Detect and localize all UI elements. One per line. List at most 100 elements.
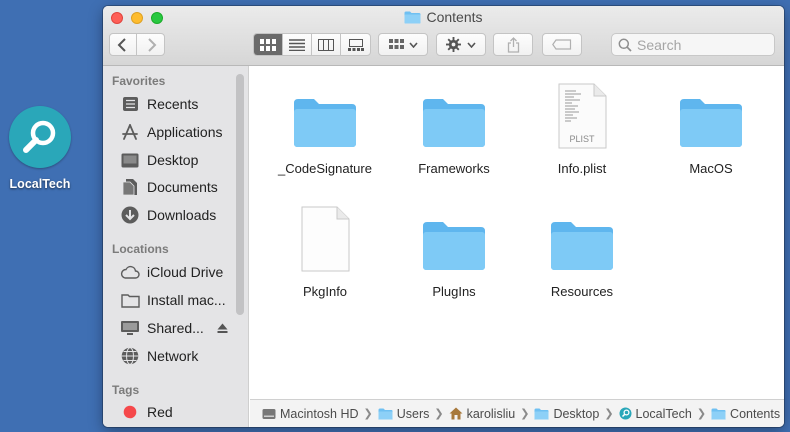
- chevron-down-icon: [467, 41, 476, 48]
- sidebar-heading-favorites: Favorites: [112, 74, 166, 88]
- window-title-wrap: Contents: [103, 9, 784, 25]
- path-label: karolisliu: [466, 406, 516, 421]
- icon-view-button[interactable]: [254, 34, 283, 55]
- chevron-down-icon: [408, 41, 418, 48]
- sidebar-item-label: Shared...: [147, 320, 204, 336]
- path-separator: ❯: [434, 408, 444, 420]
- sidebar-item-documents[interactable]: Documents: [120, 176, 218, 198]
- desktop-app-label: LocalTech: [9, 177, 71, 191]
- sidebar-item-label: Install mac...: [147, 292, 226, 308]
- columns-icon: [318, 38, 334, 51]
- path-label: LocalTech: [635, 406, 692, 421]
- tag-icon: [552, 39, 572, 50]
- file-browser: _CodeSignature Frameworks PLIST Info.pli…: [250, 67, 784, 398]
- list-view-button[interactable]: [283, 34, 312, 55]
- path-item-users[interactable]: Users: [378, 406, 430, 421]
- sidebar-item-label: Red: [147, 404, 173, 420]
- magnifier-icon: [9, 106, 71, 168]
- file-name: Resources: [550, 284, 614, 299]
- folder-icon: [551, 222, 613, 270]
- search-input[interactable]: [637, 36, 767, 53]
- chevron-left-icon: [117, 37, 126, 52]
- path-separator: ❯: [363, 408, 373, 420]
- share-button[interactable]: [493, 33, 533, 56]
- file-item-frameworks[interactable]: Frameworks: [390, 77, 518, 176]
- view-switcher: [253, 33, 371, 56]
- document-icon: [120, 177, 140, 197]
- cloud-icon: [120, 262, 140, 282]
- file-name: PlugIns: [432, 284, 476, 299]
- file-name: MacOS: [689, 161, 733, 176]
- path-separator: ❯: [520, 408, 530, 420]
- sidebar-item-install-mac[interactable]: Install mac...: [120, 289, 226, 311]
- sidebar-item-label: Applications: [147, 124, 223, 140]
- file-item-plugins[interactable]: PlugIns: [390, 200, 518, 299]
- path-item-desktop[interactable]: Desktop: [534, 407, 599, 421]
- search-icon: [618, 38, 632, 52]
- file-item-resources[interactable]: Resources: [518, 200, 646, 299]
- forward-button[interactable]: [137, 34, 166, 55]
- path-label: Macintosh HD: [280, 406, 359, 421]
- file-item-info-plist[interactable]: PLIST Info.plist: [518, 77, 646, 176]
- sidebar-scrollbar[interactable]: [236, 74, 244, 315]
- path-label: Users: [396, 406, 430, 421]
- sidebar-item-recents[interactable]: Recents: [120, 93, 198, 115]
- sidebar-item-downloads[interactable]: Downloads: [120, 204, 216, 226]
- path-separator: ❯: [696, 408, 707, 420]
- file-item-macos[interactable]: MacOS: [647, 77, 775, 176]
- sidebar-item-applications[interactable]: Applications: [120, 121, 223, 143]
- group-by-button[interactable]: [378, 33, 428, 56]
- sidebar-item-label: Recents: [147, 96, 199, 112]
- clock-icon: [120, 94, 140, 114]
- file-name: PkgInfo: [302, 284, 348, 299]
- path-item-home[interactable]: karolisliu: [449, 406, 516, 421]
- file-badge: PLIST: [569, 134, 595, 144]
- monitor-icon: [120, 318, 140, 338]
- home-icon: [449, 407, 463, 420]
- download-icon: [120, 205, 140, 225]
- sidebar-item-shared[interactable]: Shared...: [120, 317, 228, 339]
- sidebar-heading-locations: Locations: [112, 242, 169, 256]
- folder-icon: [378, 408, 393, 419]
- desktop-icon: [120, 150, 140, 170]
- search-field[interactable]: [611, 33, 775, 56]
- path-item-contents[interactable]: Contents: [711, 407, 780, 421]
- action-button[interactable]: [436, 33, 486, 56]
- back-button[interactable]: [108, 34, 137, 55]
- grid-icon: [388, 39, 404, 49]
- gallery-icon: [347, 38, 364, 51]
- path-label: Desktop: [553, 406, 600, 421]
- sidebar: Favorites Recents Applications Desktop D…: [103, 66, 249, 427]
- gallery-view-button[interactable]: [341, 34, 370, 55]
- file-name: _CodeSignature: [278, 161, 372, 176]
- sidebar-item-desktop[interactable]: Desktop: [120, 149, 198, 171]
- document-file-icon: [301, 206, 350, 272]
- sidebar-item-network[interactable]: Network: [120, 345, 198, 367]
- list-icon: [289, 38, 305, 51]
- path-item-localtech[interactable]: LocalTech: [619, 407, 692, 421]
- sidebar-item-label: iCloud Drive: [147, 264, 224, 280]
- tag-dot-icon: [120, 402, 140, 422]
- folder-icon: [404, 11, 421, 23]
- sidebar-item-icloud-drive[interactable]: iCloud Drive: [120, 261, 223, 283]
- eject-icon[interactable]: [217, 323, 228, 334]
- sidebar-item-label: Downloads: [147, 207, 217, 223]
- finder-window: Contents Search Favorites Recents Applic…: [103, 6, 784, 427]
- path-bar: Macintosh HD ❯ Users ❯ karolisliu ❯ Desk…: [250, 399, 784, 427]
- file-item-codesignature[interactable]: _CodeSignature: [261, 77, 389, 176]
- sidebar-item-label: Desktop: [147, 152, 199, 168]
- sidebar-item-label: Documents: [147, 179, 218, 195]
- file-item-pkginfo[interactable]: PkgInfo: [261, 200, 389, 299]
- desktop-app-icon[interactable]: LocalTech: [2, 106, 78, 191]
- column-view-button[interactable]: [312, 34, 341, 55]
- path-item-macintosh-hd[interactable]: Macintosh HD: [262, 407, 359, 421]
- folder-icon: [711, 408, 726, 419]
- file-name: Frameworks: [418, 161, 490, 176]
- sidebar-item-tag-red[interactable]: Red: [120, 401, 173, 423]
- edit-tags-button[interactable]: [542, 33, 582, 56]
- folder-icon: [534, 408, 549, 419]
- folder-icon: [294, 99, 356, 147]
- share-icon: [507, 36, 519, 53]
- sidebar-heading-tags: Tags: [112, 383, 140, 397]
- file-name: Info.plist: [557, 161, 607, 176]
